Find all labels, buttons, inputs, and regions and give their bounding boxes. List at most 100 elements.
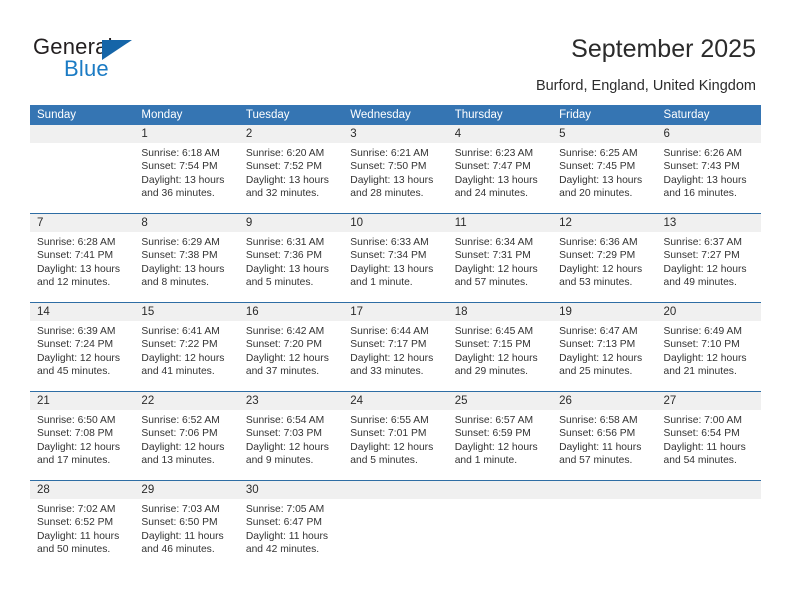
- day-cell[interactable]: Sunrise: 6:23 AM Sunset: 7:47 PM Daylight:…: [448, 143, 552, 213]
- daylight-text-line1: Daylight: 12 hours: [663, 352, 747, 364]
- day-number[interactable]: 12: [552, 214, 656, 232]
- day-number[interactable]: 1: [134, 125, 238, 143]
- daylight-text-line1: Daylight: 12 hours: [350, 441, 434, 453]
- sunset-text: Sunset: 6:54 PM: [663, 428, 740, 440]
- sunrise-text: Sunrise: 6:50 AM: [37, 415, 116, 426]
- day-number[interactable]: 9: [239, 214, 343, 232]
- daylight-text-line1: Daylight: 11 hours: [245, 530, 329, 542]
- day-cell[interactable]: Sunrise: 6:47 AM Sunset: 7:13 PM Daylight:…: [552, 321, 656, 391]
- day-number[interactable]: 6: [657, 125, 761, 143]
- sunrise-text: Sunrise: 6:26 AM: [663, 148, 742, 159]
- sunrise-text: Sunrise: 6:49 AM: [663, 326, 742, 337]
- daylight-text-line2: and 25 minutes.: [559, 366, 633, 378]
- day-number[interactable]: 3: [343, 125, 447, 143]
- day-cell[interactable]: Sunrise: 6:36 AM Sunset: 7:29 PM Daylight:…: [552, 232, 656, 302]
- daylight-text-line1: Daylight: 13 hours: [559, 174, 643, 186]
- day-cell[interactable]: Sunrise: 6:49 AM Sunset: 7:10 PM Daylight:…: [657, 321, 761, 391]
- sunset-text: Sunset: 7:17 PM: [350, 339, 427, 351]
- daylight-text-line2: and 57 minutes.: [454, 277, 528, 289]
- calendar-week-row: 28 29 30 Sunrise: 7:02 AM Sunset: 6:52 PM Day…: [30, 480, 761, 569]
- day-number[interactable]: 10: [343, 214, 447, 232]
- day-number[interactable]: 27: [657, 392, 761, 410]
- day-number[interactable]: 14: [30, 303, 134, 321]
- day-number[interactable]: 20: [657, 303, 761, 321]
- sunset-text: Sunset: 7:36 PM: [245, 250, 322, 262]
- day-cell[interactable]: Sunrise: 6:41 AM Sunset: 7:22 PM Daylight:…: [134, 321, 238, 391]
- day-cell[interactable]: Sunrise: 6:52 AM Sunset: 7:06 PM Daylight:…: [134, 410, 238, 480]
- sunrise-text: Sunrise: 6:44 AM: [350, 326, 429, 337]
- calendar-page: General Blue September 2025 Burford, Eng…: [0, 0, 792, 612]
- day-number[interactable]: 13: [657, 214, 761, 232]
- sunset-text: Sunset: 7:47 PM: [454, 161, 531, 173]
- day-number[interactable]: 22: [134, 392, 238, 410]
- day-cell[interactable]: Sunrise: 6:34 AM Sunset: 7:31 PM Daylight:…: [448, 232, 552, 302]
- sunrise-text: Sunrise: 6:37 AM: [663, 237, 742, 248]
- weekday-header-thursday: Thursday: [454, 109, 503, 121]
- daylight-text-line1: Daylight: 11 hours: [559, 441, 642, 453]
- day-number[interactable]: 21: [30, 392, 134, 410]
- sunrise-text: Sunrise: 6:42 AM: [245, 326, 325, 337]
- sunset-text: Sunset: 7:22 PM: [141, 339, 218, 351]
- day-number[interactable]: 15: [134, 303, 238, 321]
- day-number[interactable]: 4: [448, 125, 552, 143]
- day-cell[interactable]: Sunrise: 6:45 AM Sunset: 7:15 PM Daylight:…: [448, 321, 552, 391]
- day-number[interactable]: 28: [30, 481, 134, 499]
- sunset-text: Sunset: 7:34 PM: [350, 250, 427, 262]
- daylight-text-line2: and 24 minutes.: [454, 188, 528, 200]
- sunrise-text: Sunrise: 7:02 AM: [37, 504, 116, 515]
- day-cell[interactable]: Sunrise: 6:26 AM Sunset: 7:43 PM Daylight:…: [657, 143, 761, 213]
- day-cell[interactable]: Sunrise: 6:18 AM Sunset: 7:54 PM Daylight:…: [134, 143, 238, 213]
- day-cell[interactable]: Sunrise: 6:29 AM Sunset: 7:38 PM Daylight:…: [134, 232, 238, 302]
- day-cell[interactable]: Sunrise: 6:44 AM Sunset: 7:17 PM Daylight:…: [343, 321, 447, 391]
- day-number[interactable]: 30: [239, 481, 343, 499]
- day-cell[interactable]: Sunrise: 6:50 AM Sunset: 7:08 PM Daylight:…: [30, 410, 134, 480]
- daylight-text-line2: and 53 minutes.: [559, 277, 633, 289]
- day-cell[interactable]: Sunrise: 6:33 AM Sunset: 7:34 PM Daylight:…: [343, 232, 447, 302]
- day-cell[interactable]: Sunrise: 6:20 AM Sunset: 7:52 PM Daylight:…: [239, 143, 343, 213]
- daylight-text-line1: Daylight: 12 hours: [663, 263, 747, 275]
- day-number[interactable]: 7: [30, 214, 134, 232]
- day-cell[interactable]: Sunrise: 6:54 AM Sunset: 7:03 PM Daylight:…: [239, 410, 343, 480]
- day-cell[interactable]: Sunrise: 7:00 AM Sunset: 6:54 PM Daylight:…: [657, 410, 761, 480]
- sunset-text: Sunset: 6:47 PM: [245, 517, 322, 529]
- day-number[interactable]: 5: [552, 125, 656, 143]
- day-number[interactable]: 23: [239, 392, 343, 410]
- sunrise-text: Sunrise: 6:21 AM: [350, 148, 429, 159]
- day-cell[interactable]: Sunrise: 6:55 AM Sunset: 7:01 PM Daylight:…: [343, 410, 447, 480]
- day-cell[interactable]: Sunrise: 7:05 AM Sunset: 6:47 PM Daylight:…: [239, 499, 343, 569]
- sunset-text: Sunset: 7:13 PM: [559, 339, 636, 351]
- day-number[interactable]: 16: [239, 303, 343, 321]
- day-number[interactable]: 26: [552, 392, 656, 410]
- daylight-text-line1: Daylight: 12 hours: [350, 352, 434, 364]
- day-cell[interactable]: Sunrise: 7:02 AM Sunset: 6:52 PM Daylight:…: [30, 499, 134, 569]
- day-cell[interactable]: Sunrise: 6:21 AM Sunset: 7:50 PM Daylight:…: [343, 143, 447, 213]
- day-cell[interactable]: Sunrise: 6:58 AM Sunset: 6:56 PM Daylight:…: [552, 410, 656, 480]
- day-number[interactable]: 18: [448, 303, 552, 321]
- day-number[interactable]: 11: [448, 214, 552, 232]
- daylight-text-line2: and 46 minutes.: [141, 544, 215, 556]
- day-cell[interactable]: Sunrise: 6:25 AM Sunset: 7:45 PM Daylight:…: [552, 143, 656, 213]
- daylight-text-line1: Daylight: 11 hours: [37, 530, 120, 542]
- day-cell[interactable]: Sunrise: 6:37 AM Sunset: 7:27 PM Daylight:…: [657, 232, 761, 302]
- day-number[interactable]: 19: [552, 303, 656, 321]
- day-number[interactable]: 2: [239, 125, 343, 143]
- day-cell[interactable]: Sunrise: 6:28 AM Sunset: 7:41 PM Daylight:…: [30, 232, 134, 302]
- sunrise-text: Sunrise: 7:03 AM: [141, 504, 220, 515]
- day-cell[interactable]: Sunrise: 6:42 AM Sunset: 7:20 PM Daylight:…: [239, 321, 343, 391]
- week-info-band: Sunrise: 6:28 AM Sunset: 7:41 PM Daylight:…: [30, 232, 761, 302]
- daylight-text-line2: and 21 minutes.: [663, 366, 737, 378]
- day-cell[interactable]: Sunrise: 7:03 AM Sunset: 6:50 PM Daylight:…: [134, 499, 238, 569]
- day-cell[interactable]: Sunrise: 6:57 AM Sunset: 6:59 PM Daylight:…: [448, 410, 552, 480]
- sunset-text: Sunset: 6:50 PM: [141, 517, 218, 529]
- daylight-text-line2: and 13 minutes.: [141, 455, 215, 467]
- daylight-text-line1: Daylight: 13 hours: [141, 174, 225, 186]
- day-cell[interactable]: Sunrise: 6:39 AM Sunset: 7:24 PM Daylight:…: [30, 321, 134, 391]
- day-cell[interactable]: Sunrise: 6:31 AM Sunset: 7:36 PM Daylight:…: [239, 232, 343, 302]
- day-number[interactable]: 29: [134, 481, 238, 499]
- daylight-text-line1: Daylight: 12 hours: [141, 441, 225, 453]
- day-number[interactable]: 25: [448, 392, 552, 410]
- logo-text-blue: Blue: [64, 56, 109, 81]
- day-number[interactable]: 24: [343, 392, 447, 410]
- day-number[interactable]: 8: [134, 214, 238, 232]
- day-number[interactable]: 17: [343, 303, 447, 321]
